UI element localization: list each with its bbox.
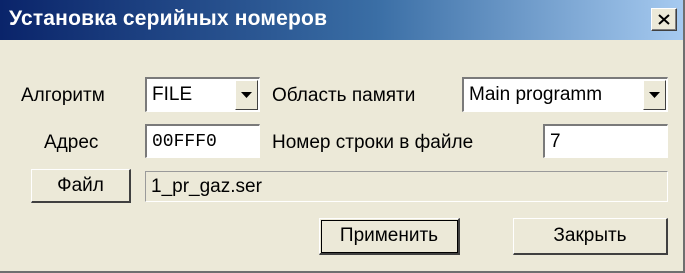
- line-number-label: Номер строки в файле: [272, 132, 474, 153]
- chevron-down-icon: [649, 91, 660, 98]
- algorithm-label: Алгоритм: [21, 85, 105, 106]
- algorithm-value: FILE: [152, 84, 193, 105]
- serial-numbers-dialog: Установка серийных номеров Алгоритм FILE…: [0, 0, 685, 273]
- memory-area-select[interactable]: Main programm: [462, 77, 668, 112]
- close-button[interactable]: Закрыть: [513, 218, 668, 255]
- close-window-button[interactable]: [651, 8, 677, 31]
- memory-area-value: Main programm: [469, 84, 603, 105]
- file-path-field: 1_pr_gaz.ser: [145, 171, 668, 202]
- close-icon: [658, 14, 670, 25]
- apply-button[interactable]: Применить: [319, 218, 460, 255]
- file-button[interactable]: Файл: [31, 169, 131, 203]
- algorithm-dropdown-button[interactable]: [235, 80, 258, 110]
- memory-area-dropdown-button[interactable]: [643, 80, 666, 110]
- dialog-body: Алгоритм FILE Область памяти Main progra…: [0, 40, 683, 271]
- title-bar[interactable]: Установка серийных номеров: [0, 0, 683, 40]
- algorithm-select[interactable]: FILE: [145, 77, 260, 112]
- window-title: Установка серийных номеров: [9, 7, 328, 30]
- address-input[interactable]: 00FFF0: [145, 124, 260, 158]
- memory-area-label: Область памяти: [272, 85, 416, 106]
- chevron-down-icon: [241, 91, 252, 98]
- line-number-input[interactable]: 7: [543, 124, 668, 158]
- address-label: Адрес: [44, 132, 99, 153]
